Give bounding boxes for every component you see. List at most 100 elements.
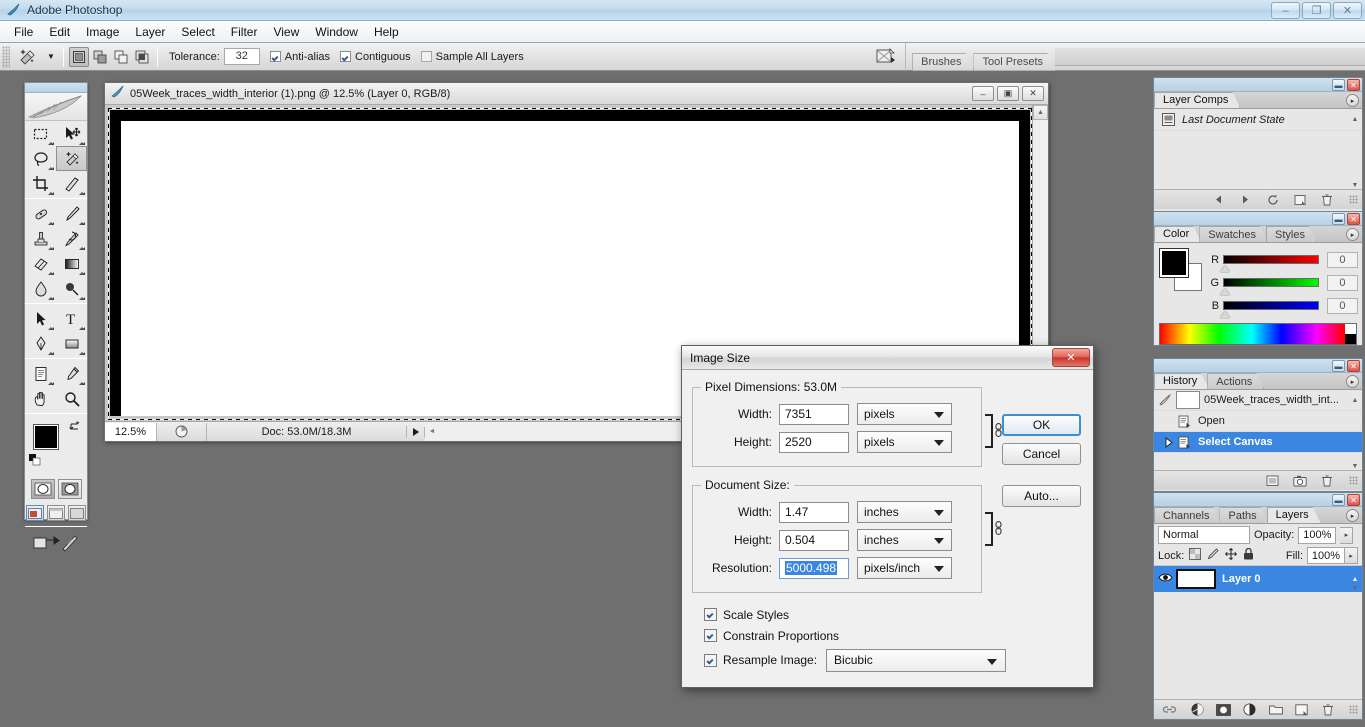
options-bar-grip[interactable] bbox=[2, 45, 10, 68]
tool-clone-stamp[interactable] bbox=[25, 226, 56, 251]
tab-layer-comps[interactable]: Layer Comps bbox=[1154, 92, 1240, 108]
history-state-row-select-canvas[interactable]: Select Canvas bbox=[1154, 432, 1362, 453]
tool-rectangle-shape[interactable] bbox=[56, 331, 87, 356]
tool-crop[interactable] bbox=[25, 171, 56, 196]
dock-tab-tool-presets[interactable]: Tool Presets bbox=[973, 53, 1056, 71]
layers-panel-header[interactable]: ▬ ✕ bbox=[1154, 493, 1362, 507]
history-state-row-open[interactable]: Open bbox=[1154, 411, 1362, 432]
menu-view[interactable]: View bbox=[265, 23, 307, 41]
menu-edit[interactable]: Edit bbox=[41, 23, 78, 41]
menu-layer[interactable]: Layer bbox=[127, 23, 173, 41]
image-size-dialog-titlebar[interactable]: Image Size ✕ bbox=[682, 346, 1093, 370]
history-minimize-button[interactable]: ▬ bbox=[1332, 360, 1345, 372]
color-panel-foreground-swatch[interactable] bbox=[1159, 248, 1189, 278]
image-size-dialog-close-button[interactable]: ✕ bbox=[1052, 348, 1090, 367]
tool-blur[interactable] bbox=[25, 276, 56, 301]
lock-transparent-pixels-icon[interactable] bbox=[1189, 548, 1202, 563]
tool-healing-brush[interactable] bbox=[25, 201, 56, 226]
layer-comps-resize-grip[interactable] bbox=[1349, 195, 1358, 204]
tool-path-selection[interactable] bbox=[25, 306, 56, 331]
history-brush-source-marker-icon[interactable] bbox=[1154, 436, 1176, 448]
menu-window[interactable]: Window bbox=[307, 23, 366, 41]
layers-scroll-up-icon[interactable]: ▲ bbox=[1348, 576, 1362, 583]
blue-value-field[interactable]: 0 bbox=[1326, 297, 1358, 314]
contiguous-checkbox[interactable]: Contiguous bbox=[340, 51, 411, 63]
delete-layer-comp-icon[interactable] bbox=[1319, 192, 1334, 207]
full-screen-mode-button[interactable] bbox=[68, 505, 86, 521]
update-layer-comp-icon[interactable] bbox=[1265, 192, 1280, 207]
document-restore-button[interactable]: ▣ bbox=[997, 86, 1019, 101]
tool-hand[interactable] bbox=[25, 386, 56, 411]
tab-paths[interactable]: Paths bbox=[1219, 507, 1268, 523]
zoom-level-field[interactable]: 12.5% bbox=[105, 422, 157, 441]
new-snapshot-icon[interactable] bbox=[1292, 473, 1307, 488]
tool-history-brush[interactable] bbox=[56, 226, 87, 251]
layers-close-button[interactable]: ✕ bbox=[1347, 494, 1360, 506]
constrain-proportions-checkbox[interactable]: Constrain Proportions bbox=[704, 625, 1083, 646]
delete-state-icon[interactable] bbox=[1319, 473, 1334, 488]
swap-colors-icon[interactable] bbox=[69, 420, 81, 432]
menu-filter[interactable]: Filter bbox=[223, 23, 266, 41]
color-panel-header[interactable]: ▬ ✕ bbox=[1154, 212, 1362, 226]
document-width-un it-select[interactable]: inches bbox=[857, 501, 952, 523]
tool-brush[interactable] bbox=[56, 201, 87, 226]
new-document-from-state-icon[interactable] bbox=[1265, 473, 1280, 488]
tool-gradient[interactable] bbox=[56, 251, 87, 276]
tool-preset-picker-caret-icon[interactable]: ▼ bbox=[44, 45, 58, 69]
document-height-unit-select[interactable]: inches bbox=[857, 529, 952, 551]
blue-slider-track[interactable] bbox=[1220, 301, 1319, 318]
menu-select[interactable]: Select bbox=[173, 23, 222, 41]
next-layer-comp-icon[interactable] bbox=[1238, 192, 1253, 207]
green-slider-thumb[interactable] bbox=[1220, 288, 1231, 295]
tab-styles[interactable]: Styles bbox=[1266, 226, 1317, 242]
fill-field[interactable]: 100% bbox=[1307, 547, 1345, 564]
opacity-slider-arrow-icon[interactable]: ▸ bbox=[1340, 526, 1354, 544]
layers-scroll-down-icon[interactable]: ▼ bbox=[1348, 585, 1362, 592]
new-selection-button[interactable] bbox=[69, 46, 89, 67]
green-slider-track[interactable] bbox=[1220, 278, 1319, 295]
add-to-selection-button[interactable] bbox=[90, 47, 110, 67]
layer-comps-scroll-up-icon[interactable]: ▲ bbox=[1348, 116, 1362, 123]
resample-method-select[interactable]: Bicubic bbox=[826, 648, 1007, 672]
status-menu-arrow-icon[interactable] bbox=[407, 426, 425, 437]
menu-file[interactable]: File bbox=[6, 23, 41, 41]
history-panel-menu-icon[interactable]: ▸ bbox=[1346, 375, 1359, 388]
auto-button[interactable]: Auto... bbox=[1002, 485, 1081, 507]
history-snapshot-row[interactable]: 05Week_traces_width_int... ▲ bbox=[1154, 390, 1362, 411]
red-slider-thumb[interactable] bbox=[1220, 265, 1231, 272]
link-layers-icon[interactable] bbox=[1162, 702, 1177, 717]
quick-mask-mode-button[interactable] bbox=[57, 479, 82, 499]
color-spectrum-ramp[interactable] bbox=[1159, 323, 1357, 345]
layer-mask-icon[interactable] bbox=[1216, 702, 1231, 717]
red-slider-track[interactable] bbox=[1220, 255, 1319, 272]
anti-alias-checkbox[interactable]: Anti-alias bbox=[269, 51, 330, 63]
delete-layer-icon[interactable] bbox=[1320, 702, 1335, 717]
tab-channels[interactable]: Channels bbox=[1154, 507, 1221, 523]
tool-zoom[interactable] bbox=[56, 386, 87, 411]
tool-notes[interactable] bbox=[25, 361, 56, 386]
tab-swatches[interactable]: Swatches bbox=[1199, 226, 1268, 242]
resample-image-checkbox[interactable]: Resample Image: Bicubic bbox=[704, 646, 1083, 674]
tool-lasso[interactable] bbox=[25, 146, 56, 171]
pixel-width-input[interactable]: 7351 bbox=[779, 403, 849, 425]
layer-comps-minimize-button[interactable]: ▬ bbox=[1332, 79, 1345, 91]
ok-button[interactable]: OK bbox=[1002, 414, 1081, 436]
document-resolution-unit-select[interactable]: pixels/inch bbox=[857, 557, 952, 579]
tab-color[interactable]: Color bbox=[1154, 226, 1201, 242]
default-colors-icon[interactable] bbox=[29, 454, 41, 466]
tool-type[interactable]: T bbox=[56, 306, 87, 331]
lock-image-pixels-icon[interactable] bbox=[1207, 548, 1219, 563]
toolbox-drag-header[interactable] bbox=[25, 83, 87, 93]
tool-magic-wand[interactable] bbox=[56, 146, 87, 171]
red-value-field[interactable]: 0 bbox=[1326, 251, 1358, 268]
layer-row-layer-0[interactable]: Layer 0 ▲ bbox=[1154, 566, 1362, 592]
foreground-color-swatch[interactable] bbox=[33, 424, 59, 450]
pixel-height-input[interactable]: 2520 bbox=[779, 431, 849, 453]
file-browser-icon[interactable] bbox=[871, 44, 901, 70]
dock-tab-brushes[interactable]: Brushes bbox=[912, 53, 974, 71]
document-titlebar[interactable]: 05Week_traces_width_interior (1).png @ 1… bbox=[105, 83, 1048, 105]
opacity-field[interactable]: 100% bbox=[1298, 526, 1337, 544]
layer-comps-row[interactable]: Last Document State ▲ bbox=[1154, 109, 1362, 131]
layer-comps-panel-menu-icon[interactable]: ▸ bbox=[1346, 94, 1359, 107]
adjustment-layer-icon[interactable] bbox=[1242, 702, 1257, 717]
